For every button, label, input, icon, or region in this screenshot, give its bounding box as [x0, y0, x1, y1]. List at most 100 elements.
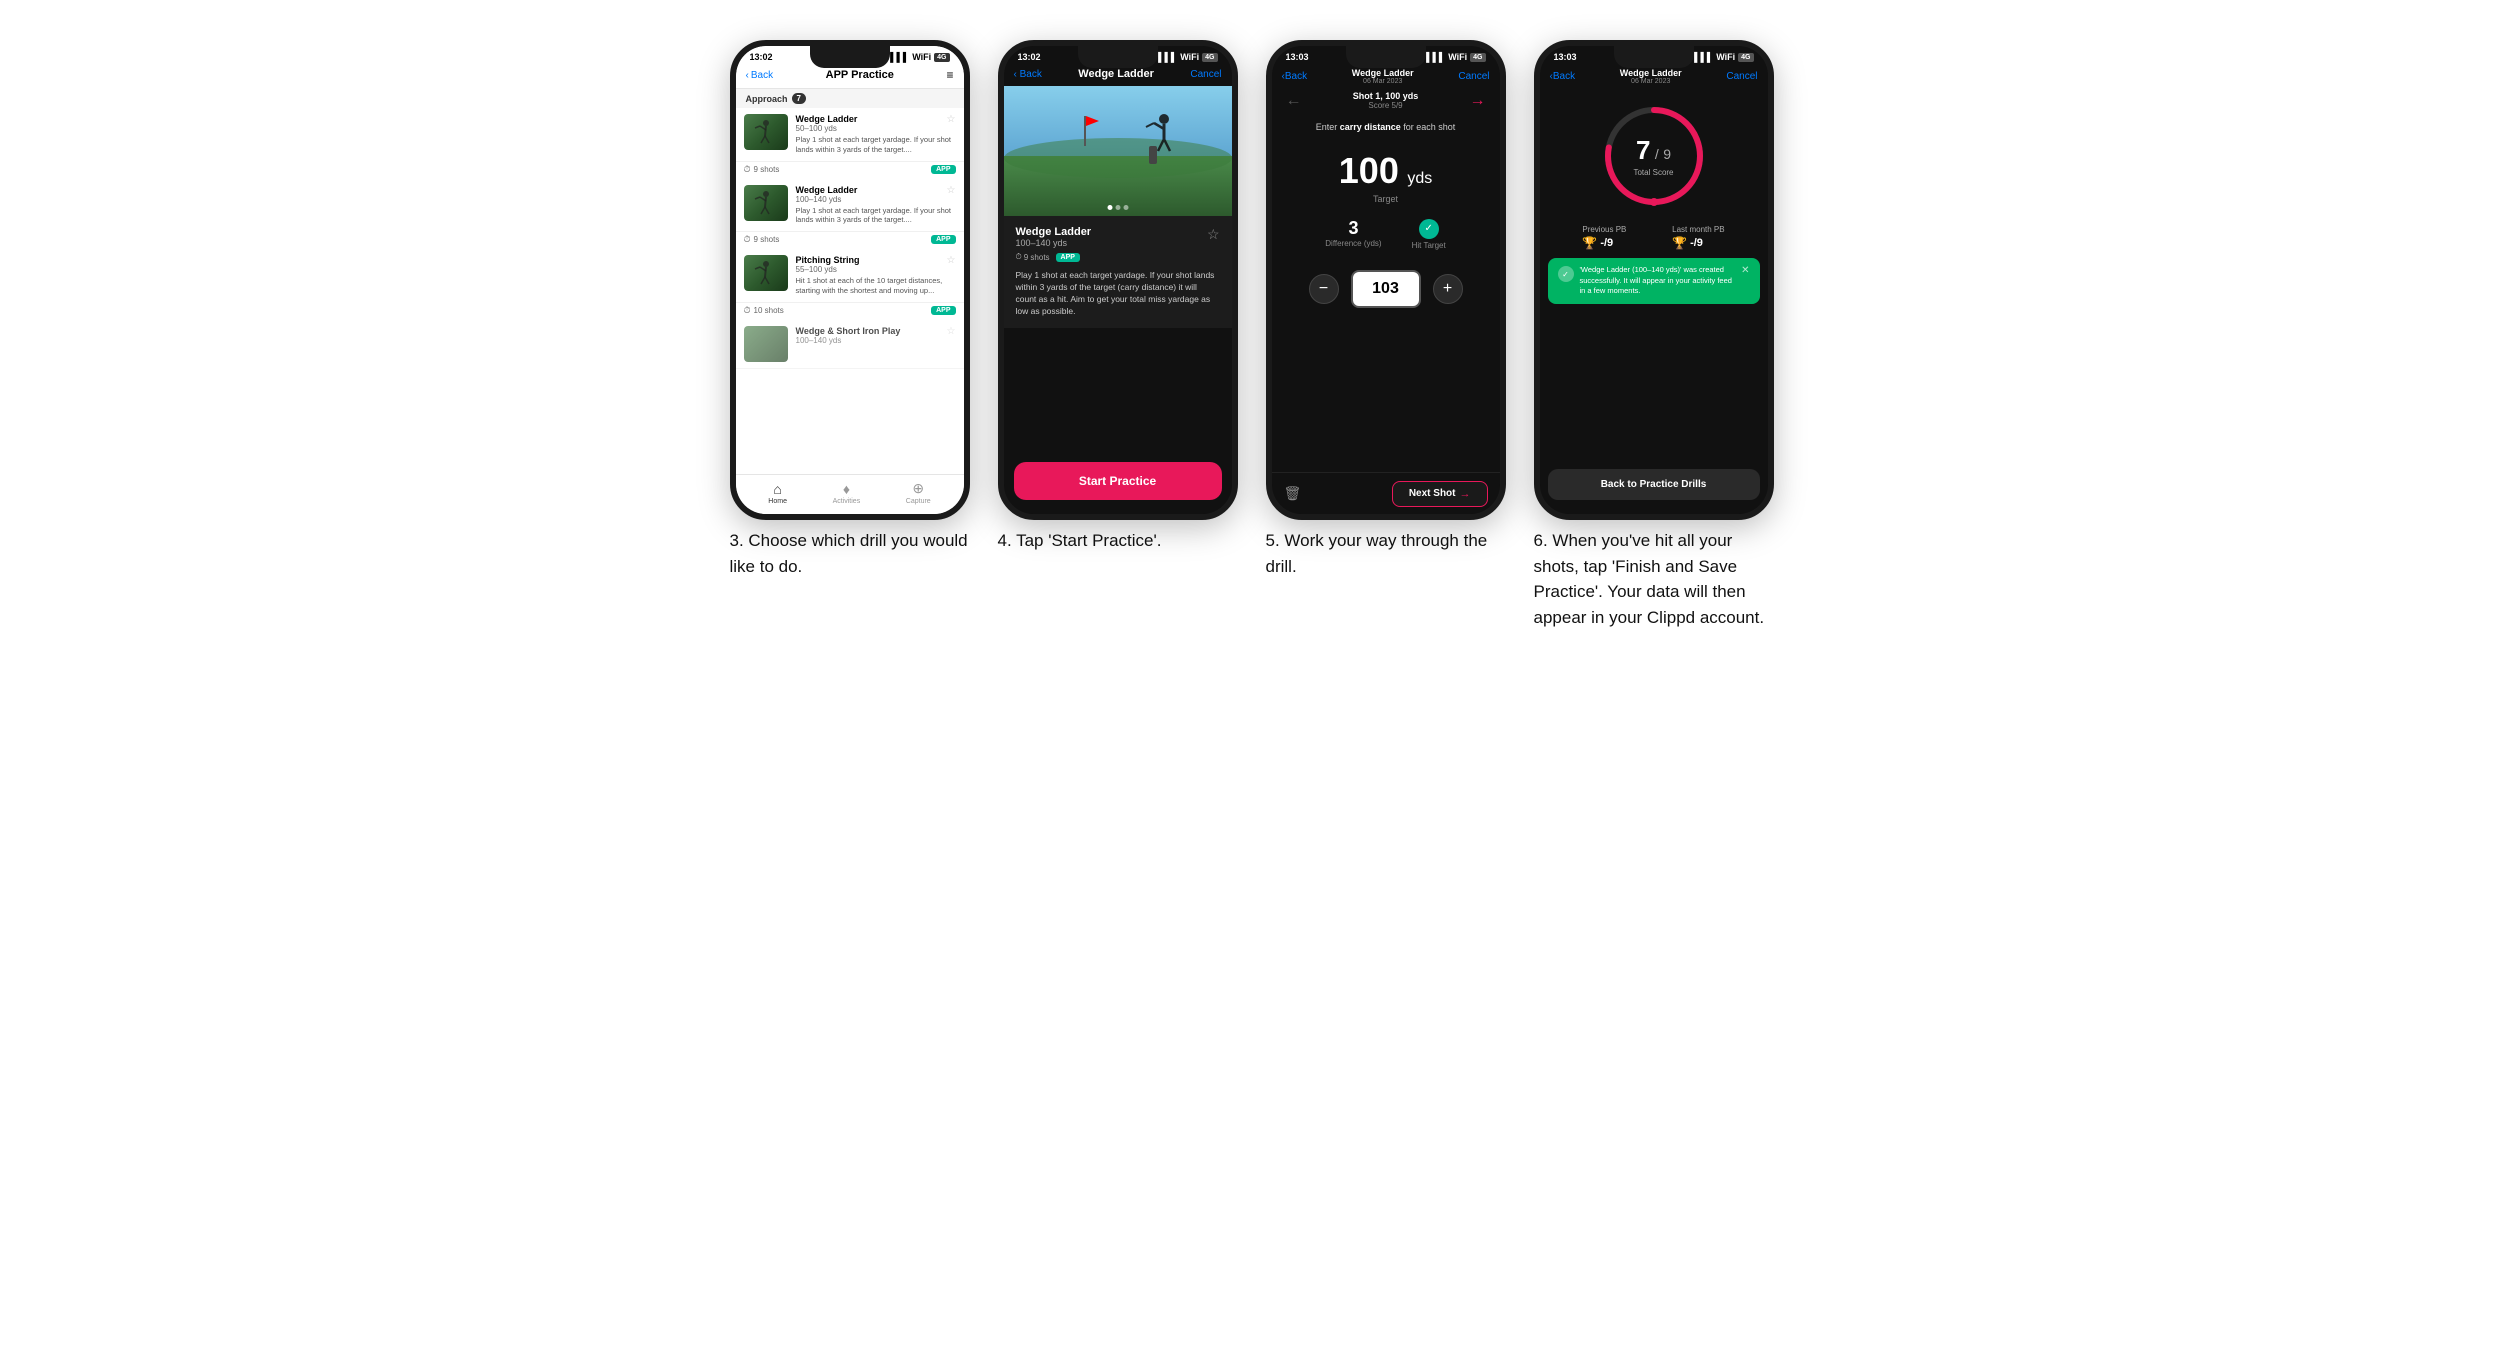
drill-name-1: Wedge Ladder	[796, 114, 858, 124]
phone-4-screen: 13:02 ▌▌▌ WiFi 4G ‹ Back Wedge Ladder Ca…	[1004, 46, 1232, 514]
time-6: 13:03	[1554, 52, 1577, 62]
caption-3: 3. Choose which drill you would like to …	[730, 528, 970, 630]
nav-title-4: Wedge Ladder	[1078, 68, 1154, 80]
drill-list-3: Wedge Ladder 50–100 yds ☆ Play 1 shot at…	[736, 108, 964, 369]
score-circle-container: 7 / 9 Total Score	[1540, 87, 1768, 217]
drill-item-2[interactable]: Wedge Ladder 100–140 yds ☆ Play 1 shot a…	[736, 179, 964, 233]
signal-icon-3: ▌▌▌	[890, 52, 909, 62]
tab-activities[interactable]: ♦ Activities	[833, 481, 861, 505]
toast-check-icon: ✓	[1558, 266, 1574, 282]
caption-6: 6. When you've hit all your shots, tap '…	[1534, 528, 1774, 630]
drill-info-4: Wedge & Short Iron Play 100–140 yds ☆	[796, 326, 956, 345]
difference-stat: 3 Difference (yds)	[1325, 218, 1381, 250]
tab-capture[interactable]: ⊕ Capture	[906, 480, 931, 505]
last-month-pb: Last month PB 🏆 -/9	[1672, 225, 1724, 250]
status-icons-6: ▌▌▌ WiFi 4G	[1694, 52, 1753, 62]
drill-desc-2: Play 1 shot at each target yardage. If y…	[796, 206, 956, 226]
trash-icon[interactable]: 🗑	[1284, 485, 1302, 502]
previous-pb: Previous PB 🏆 -/9	[1582, 225, 1626, 250]
back-button-4[interactable]: ‹ Back	[1014, 69, 1042, 80]
drill-name-3: Pitching String	[796, 255, 860, 265]
star-icon-4[interactable]: ☆	[947, 326, 956, 337]
pb-row: Previous PB 🏆 -/9 Last month PB 🏆 -/9	[1540, 217, 1768, 258]
previous-pb-value: 🏆 -/9	[1582, 236, 1626, 250]
cancel-button-5[interactable]: Cancel	[1458, 71, 1489, 82]
drill-item-1[interactable]: Wedge Ladder 50–100 yds ☆ Play 1 shot at…	[736, 108, 964, 162]
status-icons-4: ▌▌▌ WiFi 4G	[1158, 52, 1217, 62]
wifi-icon-5: WiFi	[1448, 52, 1467, 62]
cancel-button-6[interactable]: Cancel	[1726, 71, 1757, 82]
star-icon-2[interactable]: ☆	[947, 185, 956, 196]
category-badge-3: 7	[792, 93, 806, 104]
category-label-3: Approach 7	[736, 89, 964, 108]
phone-5-screen: 13:03 ▌▌▌ WiFi 4G ‹ Back Wedge Ladder 06…	[1272, 46, 1500, 514]
drill-desc-3: Hit 1 shot at each of the 10 target dist…	[796, 276, 956, 296]
drill-detail-name-4: Wedge Ladder	[1016, 226, 1092, 238]
battery-icon-5: 4G	[1470, 53, 1485, 62]
success-toast: ✓ 'Wedge Ladder (100–140 yds)' was creat…	[1548, 258, 1760, 304]
back-to-drills-container: Back to Practice Drills	[1540, 461, 1768, 514]
app-badge-detail: APP	[1056, 253, 1080, 262]
phone-3-frame: 13:02 ▌▌▌ WiFi 4G ‹ Back APP Practice ≡ …	[730, 40, 970, 520]
last-month-pb-value: 🏆 -/9	[1672, 236, 1724, 250]
phone-5-section: 13:03 ▌▌▌ WiFi 4G ‹ Back Wedge Ladder 06…	[1266, 40, 1506, 520]
phone-6-notch	[1614, 46, 1694, 68]
time-4: 13:02	[1018, 52, 1041, 62]
star-icon-1[interactable]: ☆	[947, 114, 956, 125]
back-button-6[interactable]: ‹ Back	[1550, 71, 1576, 82]
decrement-button[interactable]: −	[1309, 274, 1339, 304]
app-badge-3: APP	[931, 306, 955, 315]
toast-close-button[interactable]: ✕	[1741, 265, 1749, 276]
drill-yds-4: 100–140 yds	[796, 336, 901, 345]
phones-container: 13:02 ▌▌▌ WiFi 4G ‹ Back APP Practice ≡ …	[730, 40, 1774, 520]
drill-detail-meta-4: ⏱ 9 shots APP	[1016, 252, 1220, 262]
menu-icon-3[interactable]: ≡	[946, 68, 953, 82]
drill-thumb-2	[744, 185, 788, 221]
wifi-icon-6: WiFi	[1716, 52, 1735, 62]
start-practice-button[interactable]: Start Practice	[1014, 462, 1222, 500]
drill-name-2: Wedge Ladder	[796, 185, 858, 195]
golfer-icon-1	[751, 118, 781, 146]
drill-name-4: Wedge & Short Iron Play	[796, 326, 901, 336]
back-to-drills-button[interactable]: Back to Practice Drills	[1548, 469, 1760, 500]
app-badge-2: APP	[931, 235, 955, 244]
star-icon-detail[interactable]: ☆	[1207, 226, 1220, 243]
drill-meta-3: ⏱ 10 shots APP	[736, 303, 964, 320]
nav-title-3: APP Practice	[826, 69, 894, 81]
tab-home[interactable]: ⌂ Home	[768, 481, 787, 505]
drill-item-4[interactable]: Wedge & Short Iron Play 100–140 yds ☆	[736, 320, 964, 369]
shots-count-2: ⏱ 9 shots	[744, 234, 780, 245]
back-button-3[interactable]: ‹ Back	[746, 70, 774, 81]
shots-count-3: ⏱ 10 shots	[744, 305, 784, 316]
drill-meta-2: ⏱ 9 shots APP	[736, 232, 964, 249]
phone-4-notch	[1078, 46, 1158, 68]
caption-5: 5. Work your way through the drill.	[1266, 528, 1506, 630]
next-shot-button[interactable]: Next Shot →	[1392, 481, 1488, 507]
drill-detail-card-4: Wedge Ladder 100–140 yds ☆ ⏱ 9 shots APP…	[1004, 216, 1232, 328]
score-circle-text: 7 / 9 Total Score	[1633, 135, 1673, 177]
phone-6-screen: 13:03 ▌▌▌ WiFi 4G ‹ Back Wedge Ladder 06…	[1540, 46, 1768, 514]
star-icon-3[interactable]: ☆	[947, 255, 956, 266]
drill-info-1: Wedge Ladder 50–100 yds ☆ Play 1 shot at…	[796, 114, 956, 155]
wifi-icon-3: WiFi	[912, 52, 931, 62]
increment-button[interactable]: +	[1433, 274, 1463, 304]
app-badge-1: APP	[931, 165, 955, 174]
yds-input[interactable]	[1351, 270, 1421, 308]
battery-icon-6: 4G	[1738, 53, 1753, 62]
activities-icon: ♦	[843, 481, 850, 497]
next-shot-arrow[interactable]: →	[1470, 92, 1486, 110]
back-button-5[interactable]: ‹ Back	[1282, 71, 1308, 82]
cancel-button-4[interactable]: Cancel	[1190, 69, 1221, 80]
target-display: 100 yds Target	[1272, 136, 1500, 208]
input-row: − +	[1272, 260, 1500, 318]
prev-shot-arrow[interactable]: ←	[1286, 92, 1302, 110]
caption-4: 4. Tap 'Start Practice'.	[998, 528, 1238, 630]
signal-icon-6: ▌▌▌	[1694, 52, 1713, 62]
nav-title-6: Wedge Ladder 06 Mar 2023	[1620, 68, 1682, 85]
home-icon: ⌂	[773, 481, 781, 497]
toast-text: 'Wedge Ladder (100–140 yds)' was created…	[1580, 265, 1736, 297]
dot-3	[1123, 205, 1128, 210]
next-shot-arrow-icon: →	[1460, 488, 1471, 500]
drill-item-3[interactable]: Pitching String 55–100 yds ☆ Hit 1 shot …	[736, 249, 964, 303]
phone-3-notch	[810, 46, 890, 68]
